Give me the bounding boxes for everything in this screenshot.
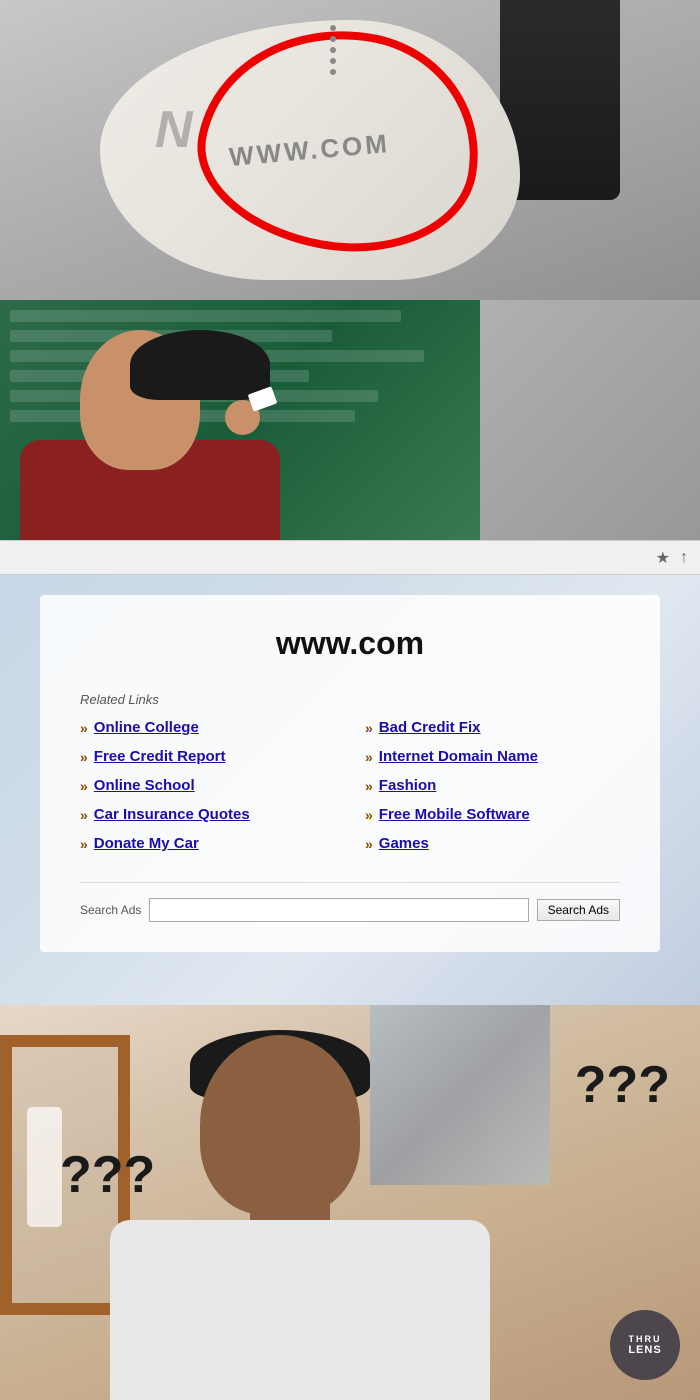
link-free-credit-report[interactable]: Free Credit Report <box>94 748 226 765</box>
link-games[interactable]: Games <box>379 835 429 852</box>
list-item: » Free Credit Report <box>80 748 335 765</box>
chevron-icon: » <box>365 749 373 765</box>
link-donate-my-car[interactable]: Donate My Car <box>94 835 199 852</box>
list-item: » Bad Credit Fix <box>365 719 620 736</box>
right-grey-area <box>480 300 700 540</box>
list-item: » Car Insurance Quotes <box>80 806 335 823</box>
chevron-icon: » <box>365 778 373 794</box>
chevron-icon: » <box>365 807 373 823</box>
chevron-icon: » <box>365 720 373 736</box>
list-item: » Donate My Car <box>80 835 335 852</box>
question-marks-right: ??? <box>575 1055 670 1115</box>
link-online-college[interactable]: Online College <box>94 719 199 736</box>
confused-section: ??? ??? THRU LENS <box>0 1005 700 1400</box>
chevron-icon: » <box>80 807 88 823</box>
confused-background: ??? ??? THRU LENS <box>0 1005 700 1400</box>
list-item: » Internet Domain Name <box>365 748 620 765</box>
list-item: » Free Mobile Software <box>365 806 620 823</box>
sneaker-section: WWW.COM N <box>0 0 700 540</box>
laces-area <box>330 25 336 75</box>
man-figure <box>20 320 280 540</box>
link-free-mobile-software[interactable]: Free Mobile Software <box>379 806 530 823</box>
link-car-insurance-quotes[interactable]: Car Insurance Quotes <box>94 806 250 823</box>
search-ads-button[interactable]: Search Ads <box>537 899 620 921</box>
person-head <box>200 1035 360 1215</box>
wwwcom-title: www.com <box>80 625 620 662</box>
wwwcom-background: www.com Related Links » Online College »… <box>0 575 700 1005</box>
link-fashion[interactable]: Fashion <box>379 777 437 794</box>
man-hair <box>130 330 270 400</box>
chevron-icon: » <box>365 836 373 852</box>
link-internet-domain-name[interactable]: Internet Domain Name <box>379 748 538 765</box>
link-online-school[interactable]: Online School <box>94 777 195 794</box>
thru-lens-watermark: THRU LENS <box>610 1310 680 1380</box>
search-ads-row: Search Ads Search Ads <box>80 882 620 922</box>
related-links-header: Related Links <box>80 692 620 707</box>
search-ads-input[interactable] <box>149 898 528 922</box>
thru-lens-line1: THRU <box>629 1334 662 1344</box>
list-item: » Online College <box>80 719 335 736</box>
thru-lens-line2: LENS <box>628 1344 661 1356</box>
person-shirt <box>110 1220 490 1400</box>
search-ads-label: Search Ads <box>80 903 141 917</box>
chevron-icon: » <box>80 720 88 736</box>
link-bad-credit-fix[interactable]: Bad Credit Fix <box>379 719 481 736</box>
wwwcom-card: www.com Related Links » Online College »… <box>40 595 660 952</box>
nb-logo: N <box>155 100 193 160</box>
share-icon[interactable]: ↑ <box>680 549 688 567</box>
links-grid: » Online College » Bad Credit Fix » Free… <box>80 719 620 852</box>
man-head <box>80 330 200 470</box>
list-item: » Online School <box>80 777 335 794</box>
bookmark-icon[interactable]: ★ <box>656 548 670 568</box>
list-item: » Games <box>365 835 620 852</box>
question-marks-left: ??? <box>60 1145 155 1205</box>
browser-toolbar: ★ ↑ <box>0 540 700 575</box>
list-item: » Fashion <box>365 777 620 794</box>
chevron-icon: » <box>80 836 88 852</box>
chevron-icon: » <box>80 749 88 765</box>
chevron-icon: » <box>80 778 88 794</box>
